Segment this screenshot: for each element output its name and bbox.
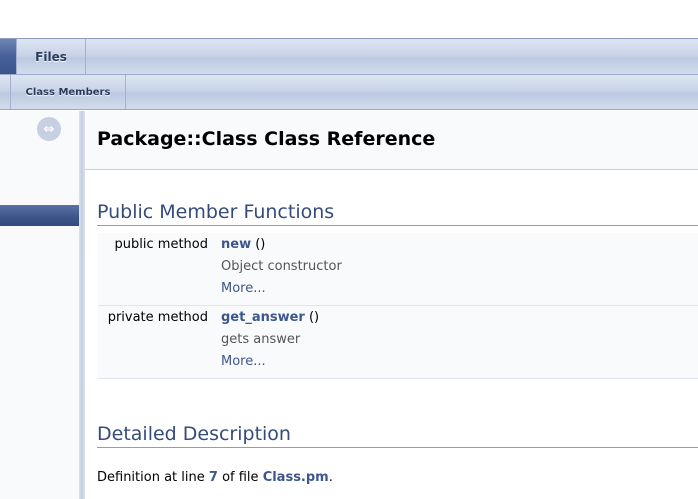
member-type: public method xyxy=(114,237,208,252)
member-args: () xyxy=(255,237,266,252)
definition-line: Definition at line 7 of file Class.pm. xyxy=(97,470,333,485)
member-row: public method new () Object constructor … xyxy=(98,233,698,306)
member-row: private method get_answer () gets answer… xyxy=(98,306,698,379)
definition-suffix: . xyxy=(328,470,333,485)
member-more-link[interactable]: More... xyxy=(221,354,266,369)
member-more-link[interactable]: More... xyxy=(221,281,266,296)
sync-arrows-icon[interactable]: ⇔ xyxy=(37,117,61,141)
sub-tab-bar: Class Members xyxy=(0,75,698,110)
definition-middle: of file xyxy=(222,470,259,485)
member-description: gets answer xyxy=(221,332,301,347)
section-heading-public-member-functions: Public Member Functions xyxy=(97,201,698,226)
tab-classes-selected[interactable] xyxy=(0,39,16,74)
tab-class-members[interactable]: Class Members xyxy=(10,75,126,109)
member-name-link[interactable]: get_answer xyxy=(221,310,305,325)
member-signature: get_answer () xyxy=(221,310,319,325)
side-nav-tree xyxy=(0,111,79,499)
member-signature: new () xyxy=(221,237,265,252)
member-type: private method xyxy=(107,310,208,325)
main-tab-bar: Files xyxy=(0,38,698,75)
section-heading-detailed-description: Detailed Description xyxy=(97,423,698,448)
page-header: Package::Class Class Reference xyxy=(85,111,698,170)
member-description: Object constructor xyxy=(221,259,342,274)
member-args: () xyxy=(308,310,320,325)
tab-files[interactable]: Files xyxy=(16,39,86,74)
member-name-link[interactable]: new xyxy=(221,237,251,252)
file-link[interactable]: Class.pm xyxy=(263,470,329,485)
definition-prefix: Definition at line xyxy=(97,470,205,485)
nav-tree-selected-item[interactable] xyxy=(0,205,79,226)
line-number-link[interactable]: 7 xyxy=(209,470,218,485)
page-title: Package::Class Class Reference xyxy=(97,128,436,150)
